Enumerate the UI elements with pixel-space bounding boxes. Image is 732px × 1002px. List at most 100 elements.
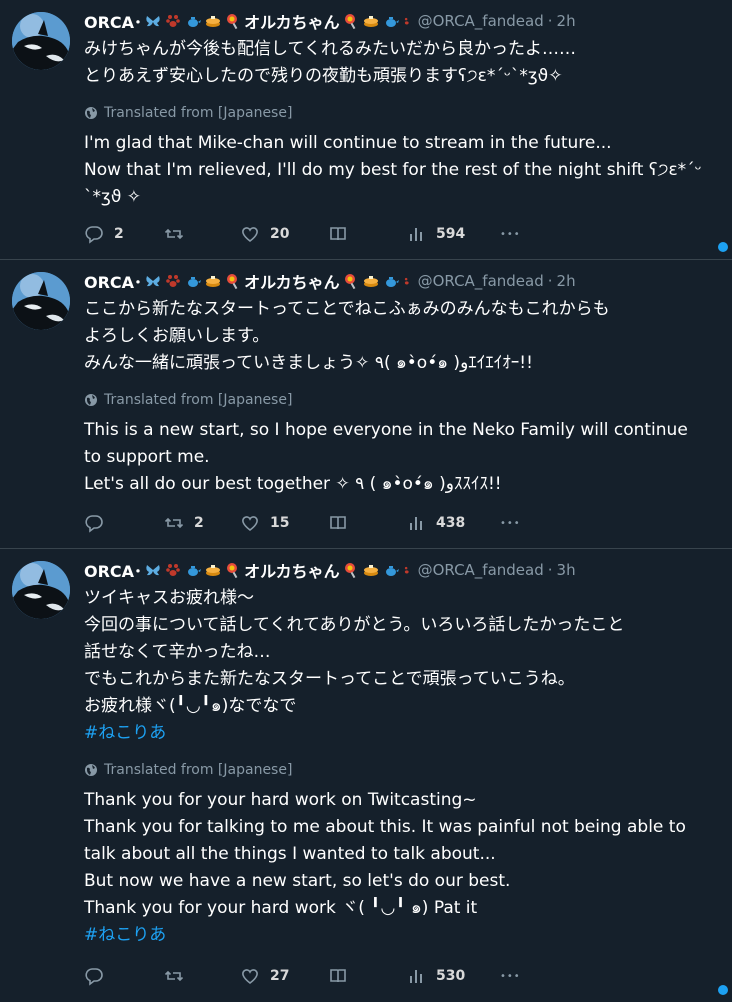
paw-icon (166, 564, 180, 576)
display-name-suffix[interactable]: オルカちゃん (244, 9, 340, 33)
views-button[interactable]: 594 (406, 222, 500, 246)
pancake-icon (363, 276, 378, 287)
translated-text: Translated from [Japanese] (104, 392, 293, 408)
view-count: 438 (436, 515, 466, 531)
display-name[interactable]: ORCA･ (84, 558, 142, 582)
more-icon: ••• (500, 970, 521, 982)
teapot-icon (385, 277, 399, 287)
tweet-text: ツイキャスお疲れ様〜 今回の事について話してくれてありがとう。いろいろ話したかっ… (84, 588, 625, 716)
globe-icon (85, 107, 97, 119)
display-name[interactable]: ORCA･ (84, 9, 142, 33)
tweet-header: ORCA･ オルカちゃん @ORCA_fandead · 2h (84, 10, 716, 32)
more-icon: ••• (500, 517, 521, 529)
reply-count: 2 (114, 226, 124, 242)
lollipop-icon (344, 14, 355, 29)
timestamp[interactable]: 3h (557, 561, 576, 579)
heart-icon (242, 227, 258, 243)
hashtag-link[interactable]: #ねこりあ (84, 720, 716, 747)
butterfly-icon (146, 565, 160, 576)
paw-icon (166, 15, 180, 27)
lollipop-icon (227, 14, 238, 29)
lollipop-icon (344, 563, 355, 578)
tweet-header: ORCA･ オルカちゃん @ORCA_fandead · 3h (84, 559, 716, 581)
handle[interactable]: @ORCA_fandead (418, 12, 544, 30)
views-button[interactable]: 438 (406, 511, 500, 535)
like-count: 15 (270, 515, 290, 531)
more-button[interactable]: ••• (500, 964, 530, 988)
pancake-icon (363, 16, 378, 27)
handle[interactable]: @ORCA_fandead (418, 561, 544, 579)
teapot-icon (188, 17, 202, 27)
reply-icon (85, 968, 103, 986)
lollipop-icon (344, 274, 355, 289)
butterfly-icon (146, 276, 160, 287)
pancake-icon (206, 276, 221, 287)
butterfly-icon (146, 16, 160, 27)
more-button[interactable]: ••• (500, 511, 530, 535)
avatar[interactable] (12, 561, 70, 619)
translated-tweet-text: Thank you for your hard work on Twitcast… (84, 790, 686, 918)
retweet-icon (164, 970, 184, 982)
retweet-button[interactable] (164, 222, 240, 246)
translated-hashtag-link[interactable]: #ねこりあ (84, 922, 716, 949)
timestamp[interactable]: 2h (557, 12, 576, 30)
retweet-button[interactable]: 2 (164, 511, 240, 535)
avatar[interactable] (12, 12, 70, 70)
action-bar: 27 530 ••• (84, 964, 530, 988)
paw-icon (404, 566, 409, 574)
name-emojis-trailing (341, 273, 415, 289)
reply-icon (85, 226, 103, 244)
heart-icon (242, 969, 258, 985)
handle[interactable]: @ORCA_fandead (418, 272, 544, 290)
tweet-text: ここから新たなスタートってことでねこふぁみのみんなもこれからも よろしくお願いし… (84, 299, 610, 373)
timeline-feed: ORCA･ オルカちゃん @ORCA_fandead · 2h みけちゃんが今後… (0, 0, 732, 1002)
bookmark-icon (330, 969, 346, 983)
tweet[interactable]: ORCA･ オルカちゃん @ORCA_fandead · 3h ツイキャスお疲れ… (0, 549, 732, 1002)
bookmark-icon (330, 516, 346, 530)
globe-icon (85, 394, 97, 406)
tweet-text: みけちゃんが今後も配信してくれるみたいだから良かったよ…… とりあえず安心したの… (84, 39, 576, 86)
like-count: 27 (270, 968, 290, 984)
name-emojis (143, 13, 243, 29)
like-button[interactable]: 27 (240, 964, 328, 988)
name-emojis-trailing (341, 562, 415, 578)
reply-button[interactable] (84, 511, 164, 535)
retweet-button[interactable] (164, 964, 240, 988)
teapot-icon (385, 566, 399, 576)
separator-dot: · (547, 12, 553, 30)
bar-chart-icon (410, 228, 422, 241)
avatar[interactable] (12, 272, 70, 330)
name-emojis-trailing (341, 13, 415, 29)
translated-text: Translated from [Japanese] (104, 105, 293, 121)
translated-text: Translated from [Japanese] (104, 762, 293, 778)
unread-indicator (718, 985, 728, 995)
retweet-icon (164, 517, 184, 529)
separator-dot: · (547, 272, 553, 290)
paw-icon (166, 275, 180, 287)
like-count: 20 (270, 226, 290, 242)
like-button[interactable]: 15 (240, 511, 328, 535)
bookmark-icon (330, 227, 346, 241)
reply-button[interactable]: 2 (84, 222, 164, 246)
bookmark-button[interactable] (328, 222, 406, 246)
name-emojis (143, 562, 243, 578)
bookmark-button[interactable] (328, 511, 406, 535)
bookmark-button[interactable] (328, 964, 406, 988)
more-button[interactable]: ••• (500, 222, 530, 246)
name-emojis (143, 273, 243, 289)
display-name[interactable]: ORCA･ (84, 269, 142, 293)
lollipop-icon (227, 563, 238, 578)
reply-button[interactable] (84, 964, 164, 988)
like-button[interactable]: 20 (240, 222, 328, 246)
lollipop-icon (227, 274, 238, 289)
display-name-suffix[interactable]: オルカちゃん (244, 558, 340, 582)
teapot-icon (385, 17, 399, 27)
translated-label: Translated from [Japanese] (84, 761, 716, 779)
tweet[interactable]: ORCA･ オルカちゃん @ORCA_fandead · 2h (0, 260, 732, 549)
display-name-suffix[interactable]: オルカちゃん (244, 269, 340, 293)
bar-chart-icon (410, 970, 422, 983)
tweet[interactable]: ORCA･ オルカちゃん @ORCA_fandead · 2h (0, 0, 732, 260)
translated-tweet-text: This is a new start, so I hope everyone … (84, 420, 688, 494)
timestamp[interactable]: 2h (557, 272, 576, 290)
views-button[interactable]: 530 (406, 964, 500, 988)
